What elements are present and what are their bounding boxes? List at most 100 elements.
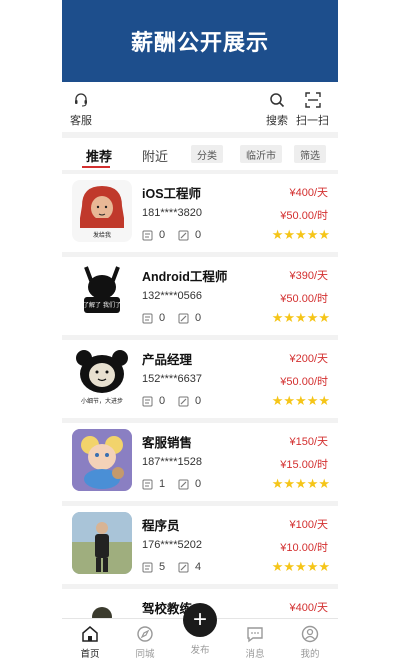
banner-title: 薪酬公开展示 [130, 31, 269, 56]
job-title: iOS工程师 [142, 187, 202, 201]
daily-wage: ¥100/天 [289, 519, 328, 531]
comment-count: 0 [142, 229, 165, 241]
avatar-caption: 我们了解了 我们了解了 [72, 301, 132, 309]
scan-button[interactable]: 扫一扫 [296, 92, 329, 128]
star-icon: ★ [318, 227, 330, 242]
comment-count-value: 0 [159, 229, 166, 241]
comment-icon [142, 396, 153, 406]
star-icon: ★ [271, 310, 284, 325]
panda-face-icon: 小细节，大进步 [76, 350, 128, 405]
job-card[interactable]: 我们了解了 我们了解了 Android工程师 132****0566 0 0 ¥… [62, 257, 338, 335]
star-icon: ★ [306, 393, 319, 408]
star-icon: ★ [306, 310, 319, 325]
star-icon: ★ [283, 310, 296, 325]
star-icon: ★ [295, 310, 307, 325]
star-icon: ★ [295, 559, 307, 574]
child-meme-icon: 发给我 [80, 186, 124, 239]
active-tab-indicator [82, 166, 110, 168]
daily-wage: ¥200/天 [289, 353, 328, 365]
customer-service-button[interactable]: 客服 [70, 92, 92, 128]
edit-icon [178, 230, 189, 240]
comment-count: 0 [142, 312, 165, 324]
edit-count: 0 [178, 478, 201, 490]
daily-wage: ¥400/天 [289, 187, 328, 199]
star-icon: ★ [271, 227, 284, 242]
rating-stars: ★ ★ ★ ★ ★ [272, 477, 330, 490]
edit-count-value: 0 [195, 229, 202, 241]
nav-home-label: 首页 [80, 649, 100, 660]
job-title: 产品经理 [142, 353, 193, 367]
cartoon-character-icon [72, 429, 132, 491]
phone-screen: 薪酬公开展示 客服 搜索 扫一扫 推荐 附近 分类 临沂市 筛选 发给我 iOS… [62, 0, 338, 666]
hourly-wage: ¥50.00/时 [280, 210, 328, 222]
tab-nearby[interactable]: 附近 [142, 146, 168, 165]
star-icon: ★ [295, 393, 307, 408]
tab-bar: 推荐 附近 分类 临沂市 筛选 [62, 138, 338, 170]
comment-icon [142, 562, 153, 572]
search-icon [270, 93, 285, 108]
user-icon [301, 625, 319, 643]
hourly-wage: ¥10.00/时 [280, 542, 328, 554]
nav-messages[interactable]: 消息 [235, 625, 275, 660]
star-icon: ★ [318, 310, 330, 325]
header-banner: 薪酬公开展示 [62, 0, 338, 82]
star-icon: ★ [283, 476, 296, 491]
comment-icon [142, 230, 153, 240]
nav-home[interactable]: 首页 [70, 625, 110, 660]
comment-icon [142, 313, 153, 323]
home-icon [82, 626, 98, 642]
edit-icon [178, 479, 189, 489]
comment-count-value: 5 [159, 561, 166, 573]
comment-icon [142, 479, 153, 489]
job-card[interactable]: 小细节，大进步 产品经理 152****6637 0 0 ¥200/天 ¥50.… [62, 340, 338, 418]
star-icon: ★ [283, 559, 296, 574]
customer-service-label: 客服 [70, 115, 92, 127]
star-icon: ★ [271, 476, 284, 491]
job-title: 程序员 [142, 519, 180, 533]
compass-icon [137, 626, 153, 642]
star-icon: ★ [271, 559, 284, 574]
contact-phone: 132****0566 [142, 290, 202, 302]
scan-label: 扫一扫 [296, 115, 329, 127]
rating-stars: ★ ★ ★ ★ ★ [272, 560, 330, 573]
star-icon: ★ [318, 559, 330, 574]
filter-category[interactable]: 分类 [191, 145, 223, 163]
job-card[interactable]: 发给我 iOS工程师 181****3820 0 0 ¥400/天 ¥50.00… [62, 174, 338, 252]
edit-count-value: 4 [195, 561, 202, 573]
tab-recommend[interactable]: 推荐 [86, 146, 112, 165]
nav-mine[interactable]: 我的 [290, 625, 330, 660]
edit-icon [178, 313, 189, 323]
comment-count: 1 [142, 478, 165, 490]
headset-icon [75, 93, 87, 107]
scan-icon [304, 92, 321, 108]
filter-city[interactable]: 临沂市 [240, 145, 282, 163]
edit-count-value: 0 [195, 395, 202, 407]
edit-icon [178, 562, 189, 572]
nav-messages-label: 消息 [245, 649, 265, 660]
publish-label: 发布 [190, 645, 210, 656]
search-button[interactable]: 搜索 [266, 92, 288, 128]
job-title: Android工程师 [142, 270, 228, 284]
nav-city[interactable]: 同城 [125, 625, 165, 660]
edit-count: 0 [178, 312, 201, 324]
avatar-caption: 发给我 [93, 231, 111, 239]
edit-count-value: 0 [195, 478, 202, 490]
filter-screen[interactable]: 筛选 [294, 145, 326, 163]
hourly-wage: ¥15.00/时 [280, 459, 328, 471]
job-card[interactable]: 客服销售 187****1528 1 0 ¥150/天 ¥15.00/时 ★ ★ ★… [62, 423, 338, 501]
comment-count: 5 [142, 561, 165, 573]
avatar [72, 429, 132, 491]
hourly-wage: ¥50.00/时 [280, 376, 328, 388]
edit-count: 0 [178, 395, 201, 407]
contact-phone: 181****3820 [142, 207, 202, 219]
avatar: 我们了解了 我们了解了 [72, 263, 132, 325]
edit-count: 0 [178, 229, 201, 241]
message-icon [247, 627, 263, 643]
hourly-wage: ¥50.00/时 [280, 293, 328, 305]
rating-stars: ★ ★ ★ ★ ★ [272, 311, 330, 324]
rating-stars: ★ ★ ★ ★ ★ [272, 228, 330, 241]
avatar: 发给我 [72, 180, 132, 242]
job-card[interactable]: 程序员 176****5202 5 4 ¥100/天 ¥10.00/时 ★ ★ ★ ★… [62, 506, 338, 584]
avatar-caption: 小细节，大进步 [81, 397, 123, 405]
publish-button[interactable]: + [183, 603, 217, 637]
